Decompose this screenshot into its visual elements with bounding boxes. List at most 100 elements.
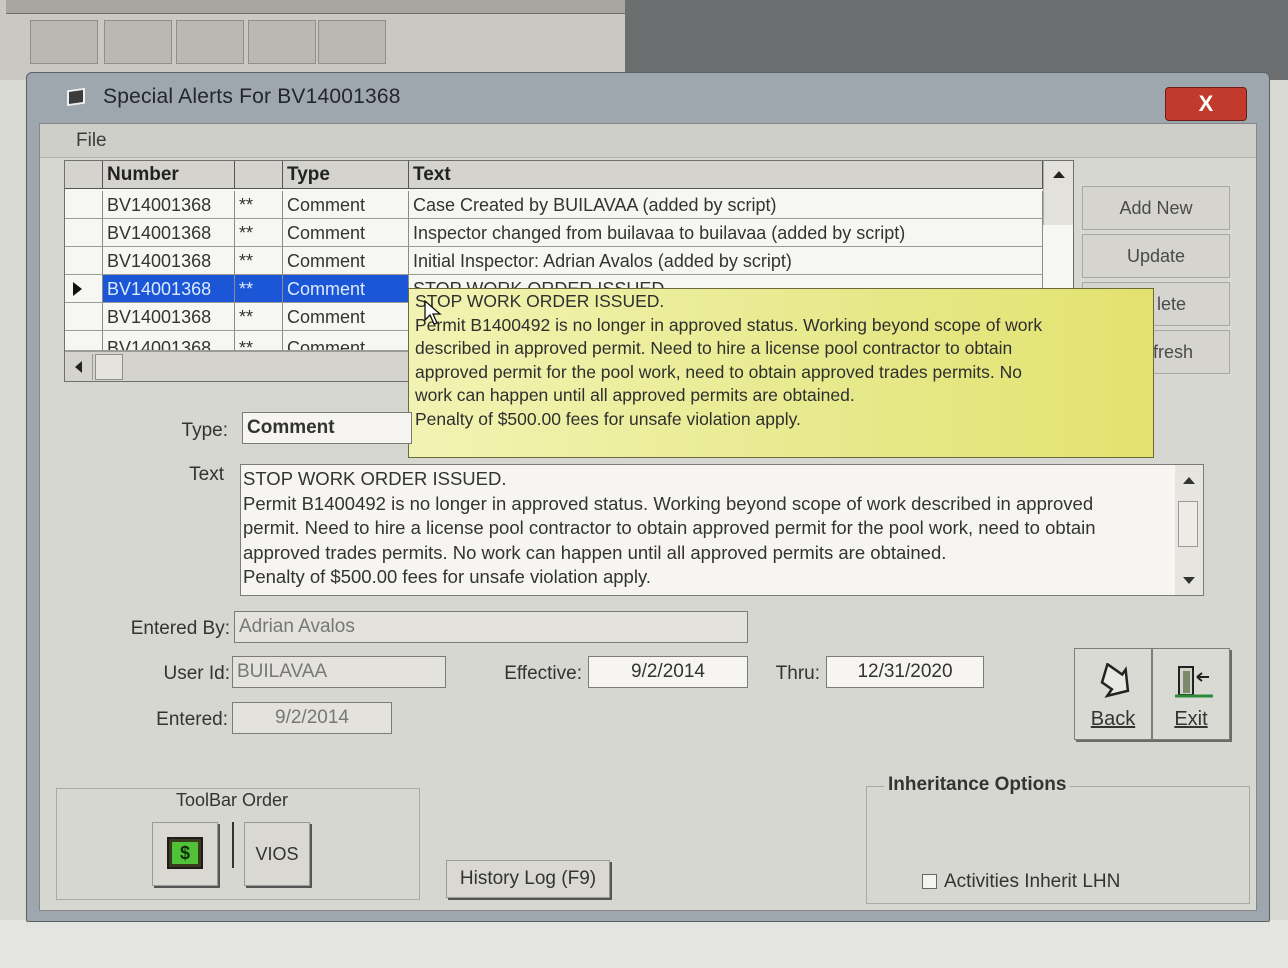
- exit-button[interactable]: Exit: [1152, 648, 1230, 740]
- column-header-flag[interactable]: [235, 161, 283, 189]
- inheritance-options-title: Inheritance Options: [884, 774, 1071, 796]
- user-id-field: BUILAVAA: [232, 656, 446, 688]
- toolbar-order-title: ToolBar Order: [172, 790, 293, 811]
- tooltip-line: work can happen until all approved permi…: [415, 385, 855, 405]
- cell-text: Case Created by BUILAVAA (added by scrip…: [409, 191, 1043, 219]
- mouse-cursor-icon: [424, 300, 442, 325]
- grid-scroll-up-icon[interactable]: [1043, 161, 1073, 225]
- toolbar-divider: [232, 822, 234, 868]
- type-label: Type:: [181, 420, 228, 441]
- cell-flag: **: [235, 303, 283, 331]
- row-selector[interactable]: [65, 247, 103, 275]
- entered-date-field: 9/2/2014: [232, 702, 392, 734]
- scroll-down-icon[interactable]: [1183, 577, 1195, 584]
- entered-label: Entered:: [156, 709, 228, 730]
- row-selector[interactable]: [65, 331, 103, 351]
- cell-flag: **: [235, 247, 283, 275]
- cell-flag: **: [235, 275, 283, 303]
- effective-label: Effective:: [504, 663, 582, 684]
- menu-file[interactable]: File: [76, 130, 107, 152]
- thru-date-field[interactable]: 12/31/2020: [826, 656, 984, 688]
- background-toolbar: [6, 0, 625, 14]
- entered-by-field: Adrian Avalos: [234, 611, 748, 643]
- history-log-button[interactable]: History Log (F9): [446, 860, 610, 898]
- entered-by-label: Entered By:: [130, 618, 230, 639]
- background-button: [318, 20, 386, 64]
- background-app: [0, 0, 625, 80]
- column-header-type[interactable]: Type: [283, 161, 409, 189]
- scroll-thumb[interactable]: [95, 354, 123, 380]
- row-selector[interactable]: [65, 219, 103, 247]
- row-selector-header: [65, 161, 103, 189]
- activities-inherit-label: Activities Inherit LHN: [944, 871, 1121, 892]
- cell-flag: **: [235, 191, 283, 219]
- row-selector[interactable]: [65, 191, 103, 219]
- back-arrow-icon: [1100, 663, 1130, 698]
- column-header-number[interactable]: Number: [103, 161, 235, 189]
- row-selector-current[interactable]: [65, 275, 103, 303]
- cell-flag: **: [235, 219, 283, 247]
- thru-label: Thru:: [775, 663, 820, 684]
- cell-number: BV14001368: [103, 275, 235, 303]
- text-line: Penalty of $500.00 fees for unsafe viola…: [243, 566, 651, 587]
- text-label: Text: [189, 464, 224, 485]
- scroll-up-icon[interactable]: [1183, 477, 1195, 484]
- update-button[interactable]: Update: [1082, 234, 1230, 278]
- back-label: Back: [1090, 708, 1136, 730]
- cell-type: Comment: [283, 331, 409, 351]
- alert-text-tooltip: STOP WORK ORDER ISSUED. Permit B1400492 …: [408, 288, 1154, 458]
- background-window: [625, 0, 1288, 80]
- cell-number: BV14001368: [103, 331, 235, 351]
- cell-type: Comment: [283, 247, 409, 275]
- current-row-arrow-icon: [73, 282, 82, 296]
- exit-label: Exit: [1174, 708, 1208, 730]
- cell-number: BV14001368: [103, 303, 235, 331]
- cell-number: BV14001368: [103, 219, 235, 247]
- add-new-button[interactable]: Add New: [1082, 186, 1230, 230]
- tooltip-line: Penalty of $500.00 fees for unsafe viola…: [415, 408, 801, 429]
- text-vertical-scrollbar[interactable]: [1175, 465, 1203, 595]
- column-header-text[interactable]: Text: [409, 161, 1043, 189]
- desktop-area: [0, 920, 1288, 968]
- background-button: [104, 20, 172, 64]
- cell-type: Comment: [283, 303, 409, 331]
- cell-number: BV14001368: [103, 247, 235, 275]
- activities-inherit-checkbox[interactable]: [922, 874, 937, 889]
- background-button: [30, 20, 98, 64]
- background-button: [176, 20, 244, 64]
- grid-horizontal-scrollbar[interactable]: [65, 351, 425, 381]
- cell-type: Comment: [283, 275, 409, 303]
- window-title: Special Alerts For BV14001368: [103, 85, 401, 108]
- cell-type: Comment: [283, 219, 409, 247]
- tooltip-line: Permit B1400492 is no longer in approved…: [415, 314, 1043, 335]
- vios-toolbar-button[interactable]: VIOS: [244, 822, 310, 886]
- tooltip-line: STOP WORK ORDER ISSUED.: [415, 291, 665, 311]
- tooltip-line: described in approved permit. Need to hi…: [415, 338, 1013, 358]
- close-button[interactable]: X: [1165, 87, 1247, 121]
- cell-flag: **: [235, 331, 283, 351]
- text-line: approved trades permits. No work can hap…: [243, 541, 947, 563]
- dollar-symbol: $: [172, 842, 198, 864]
- user-id-label: User Id:: [163, 663, 230, 684]
- menu-bar: File: [40, 124, 1256, 158]
- type-field[interactable]: Comment: [242, 412, 412, 444]
- row-selector[interactable]: [65, 303, 103, 331]
- text-line: STOP WORK ORDER ISSUED.: [243, 468, 507, 489]
- text-line: permit. Need to hire a license pool cont…: [243, 517, 1096, 538]
- exit-door-icon: [1175, 666, 1213, 698]
- cell-type: Comment: [283, 191, 409, 219]
- back-button[interactable]: Back: [1074, 648, 1152, 740]
- effective-date-field[interactable]: 9/2/2014: [588, 656, 748, 688]
- fees-toolbar-button[interactable]: $: [152, 822, 218, 886]
- alert-text-area[interactable]: STOP WORK ORDER ISSUED. Permit B1400492 …: [240, 464, 1204, 596]
- text-line: Permit B1400492 is no longer in approved…: [243, 492, 1094, 514]
- tooltip-line: approved permit for the pool work, need …: [415, 361, 1023, 382]
- cell-number: BV14001368: [103, 191, 235, 219]
- scroll-thumb[interactable]: [1178, 501, 1198, 547]
- background-button: [248, 20, 316, 64]
- scroll-left-icon[interactable]: [67, 354, 93, 380]
- cell-text: Inspector changed from builavaa to buila…: [409, 219, 1043, 247]
- dollar-icon: $: [167, 837, 203, 869]
- title-bar[interactable]: Special Alerts For BV14001368 X: [27, 73, 1269, 125]
- cell-text: Initial Inspector: Adrian Avalos (added …: [409, 247, 1043, 275]
